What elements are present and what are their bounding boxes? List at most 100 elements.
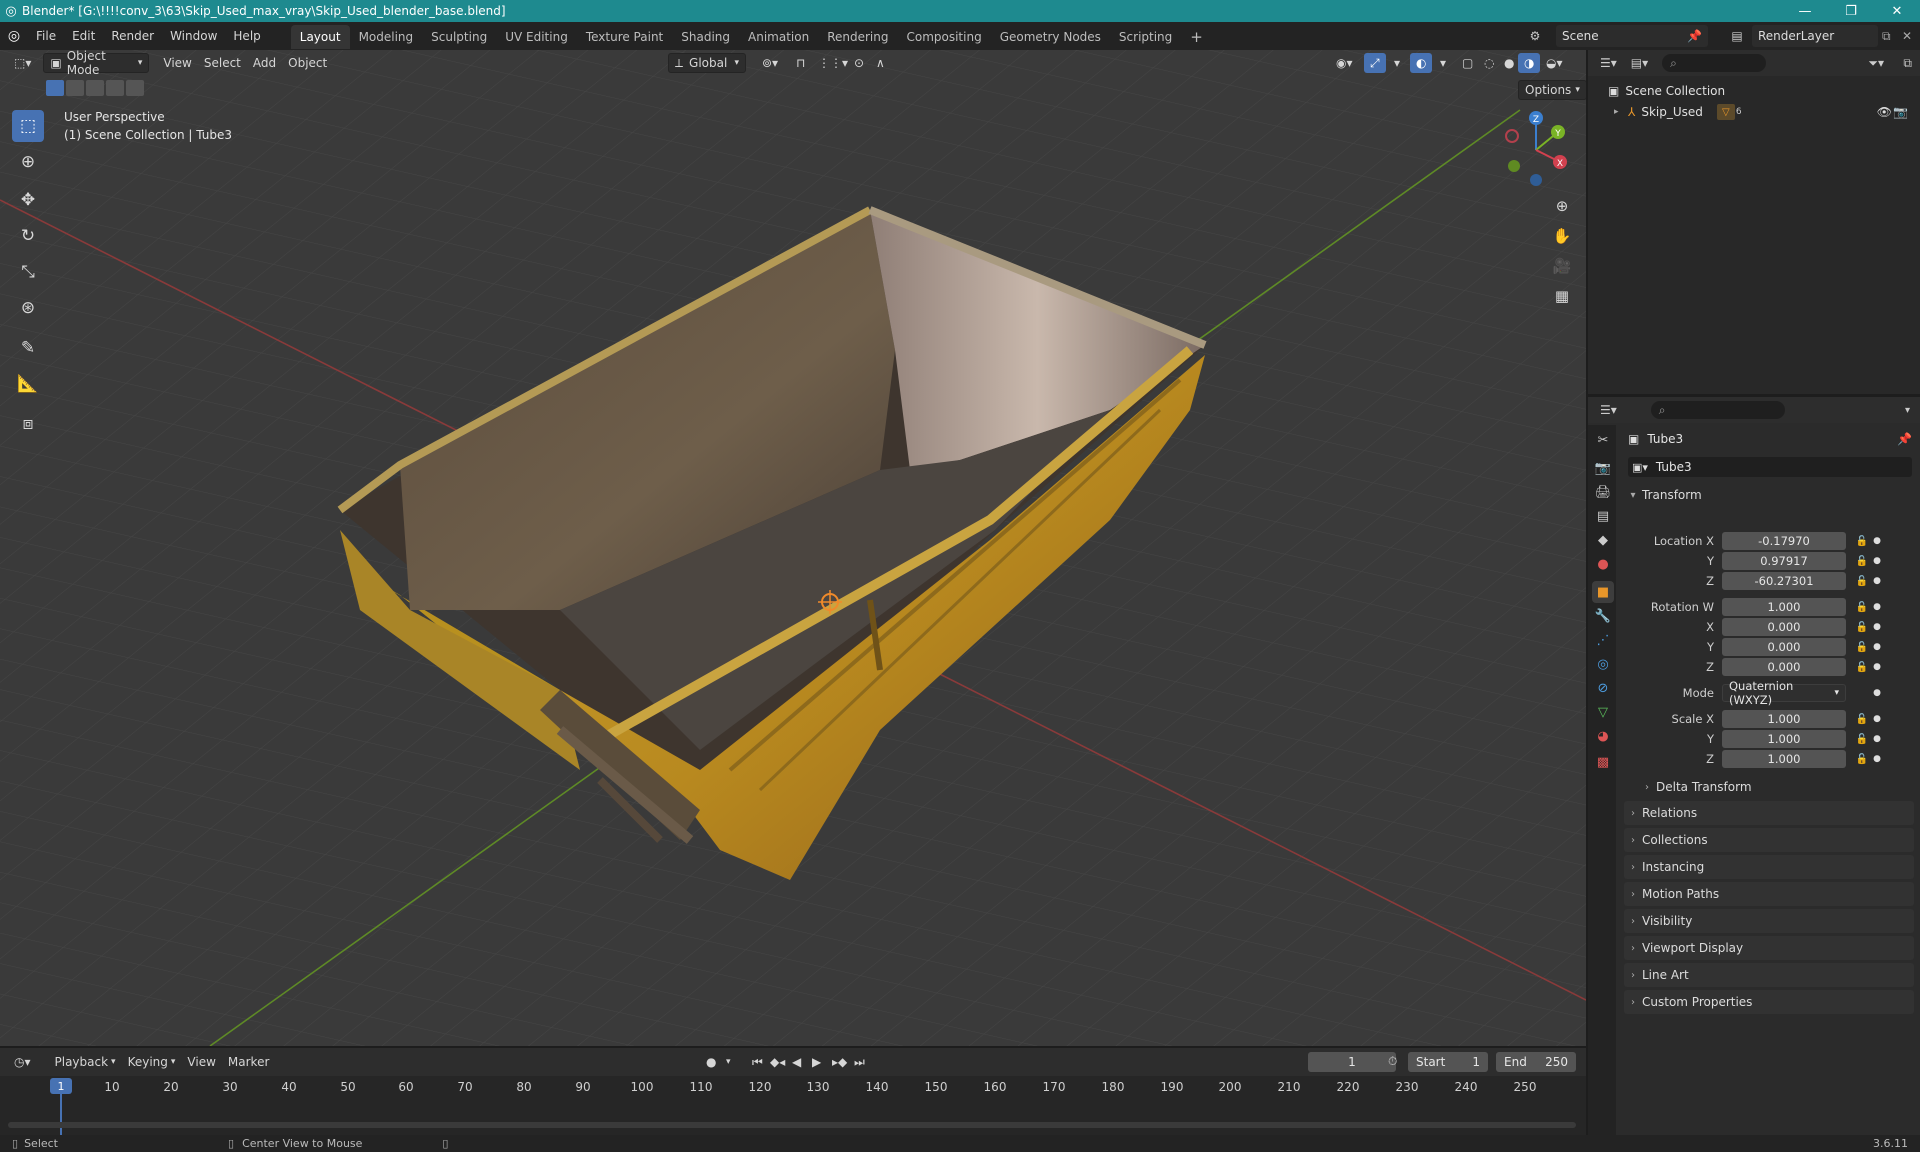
collections-section[interactable]: › Collections [1624,828,1914,852]
rotation-w-field[interactable]: 1.000 [1722,598,1846,616]
scene-collection-row[interactable]: ▣ Scene Collection [1608,84,1725,98]
physics-tab-icon[interactable]: ◎ [1592,653,1614,675]
zoom-icon[interactable]: ⊕ [1548,192,1576,220]
playhead-line[interactable] [60,1094,62,1135]
mode-selector[interactable]: ▣ Object Mode ▾ [43,50,150,77]
select-new-icon[interactable] [46,80,64,96]
jump-end-icon[interactable]: ⏭ [848,1052,871,1072]
rotation-x-field[interactable]: 0.000 [1722,618,1846,636]
gizmo-dropdown-icon[interactable]: ▾ [1388,53,1406,73]
tab-layout[interactable]: Layout [290,25,350,49]
scene-tab-icon[interactable]: ◆ [1592,529,1614,551]
falloff-icon[interactable]: ∧ [870,53,891,73]
keyframe-dot-icon[interactable]: ● [1872,662,1882,672]
timeline-menu-view[interactable]: View [181,1052,221,1072]
add-cube-tool[interactable]: ⧈ [12,408,44,440]
tab-shading[interactable]: Shading [672,25,739,49]
tab-uv-editing[interactable]: UV Editing [496,25,577,49]
lock-icon[interactable]: 🔓 [1852,662,1872,673]
gizmo-toggle-icon[interactable]: ⤢ [1364,53,1386,73]
keyframe-dot-icon[interactable]: ● [1872,754,1882,764]
viewport-menu-object[interactable]: Object [282,53,333,73]
select-intersect-icon[interactable] [126,80,144,96]
3d-viewport[interactable]: ⬚▾ ▣ Object Mode ▾ View Select Add Objec… [0,50,1586,1046]
properties-search-input[interactable]: ⌕ [1650,401,1785,419]
tab-geometry-nodes[interactable]: Geometry Nodes [991,25,1110,49]
expand-arrow-icon[interactable]: ▸ [1614,107,1628,117]
keying-dropdown-icon[interactable]: ▾ [720,1052,737,1072]
scale-tool[interactable]: ⤡ [12,256,44,288]
play-icon[interactable]: ▶ [806,1052,827,1072]
timeline-menu-marker[interactable]: Marker [222,1052,275,1072]
cursor-tool[interactable]: ⊕ [12,146,44,178]
perspective-toggle-icon[interactable]: ▦ [1548,282,1576,310]
view-layer-selector[interactable]: RenderLayer [1752,25,1878,47]
texture-tab-icon[interactable]: ▩ [1592,751,1614,773]
particles-tab-icon[interactable]: ⋰ [1592,629,1614,651]
transform-tool[interactable]: ⊛ [12,292,44,324]
select-extend-icon[interactable] [66,80,84,96]
location-x-field[interactable]: -0.17970 [1722,532,1846,550]
tab-rendering[interactable]: Rendering [818,25,897,49]
transform-orientation-selector[interactable]: ⟂ Global ▾ [668,53,746,73]
viewport-menu-select[interactable]: Select [198,53,247,73]
rendered-shading-icon[interactable]: ◒▾ [1540,53,1569,73]
lock-icon[interactable]: 🔓 [1852,536,1872,547]
lock-icon[interactable]: 🔓 [1852,734,1872,745]
pivot-point-icon[interactable]: ⊚▾ [756,53,784,73]
scale-x-field[interactable]: 1.000 [1722,710,1846,728]
mesh-children-icon[interactable]: ▽ [1716,104,1735,120]
outliner-editor-icon[interactable]: ☰▾ [1600,56,1617,70]
viewport-menu-view[interactable]: View [157,53,197,73]
select-subtract-icon[interactable] [86,80,104,96]
constraints-tab-icon[interactable]: ⊘ [1592,677,1614,699]
options-button[interactable]: Options ▾ [1518,80,1586,100]
display-mode-icon[interactable]: ▤▾ [1631,56,1648,70]
visibility-icon[interactable]: ◉▾ [1330,53,1359,73]
tab-scripting[interactable]: Scripting [1110,25,1181,49]
world-tab-icon[interactable]: ● [1592,553,1614,575]
keyframe-dot-icon[interactable]: ● [1872,642,1882,652]
rotation-y-field[interactable]: 0.000 [1722,638,1846,656]
minimize-button[interactable]: — [1782,0,1828,22]
viewport-display-section[interactable]: › Viewport Display [1624,936,1914,960]
editor-type-icon[interactable]: ⬚▾ [8,53,37,73]
play-reverse-icon[interactable]: ◀ [786,1052,807,1072]
remove-layer-icon[interactable]: ✕ [1902,25,1918,47]
lock-icon[interactable]: 🔓 [1852,602,1872,613]
render-tab-icon[interactable]: 📷 [1592,457,1614,479]
new-layer-icon[interactable]: ⧉ [1882,25,1898,47]
instancing-section[interactable]: › Instancing [1624,855,1914,879]
delta-transform-section[interactable]: › Delta Transform [1638,775,1914,799]
tab-compositing[interactable]: Compositing [897,25,990,49]
timeline-scrollbar[interactable] [8,1122,1576,1128]
menu-edit[interactable]: Edit [64,22,103,50]
relations-section[interactable]: › Relations [1624,801,1914,825]
keyframe-dot-icon[interactable]: ● [1872,576,1882,586]
scale-z-field[interactable]: 1.000 [1722,750,1846,768]
keyframe-dot-icon[interactable]: ● [1872,714,1882,724]
playhead-frame-badge[interactable]: 1 [50,1078,72,1094]
rotate-tool[interactable]: ↻ [12,220,44,252]
location-z-field[interactable]: -60.27301 [1722,572,1846,590]
material-tab-icon[interactable]: ◕ [1592,725,1614,747]
end-frame-field[interactable]: End 250 [1496,1052,1576,1072]
scale-y-field[interactable]: 1.000 [1722,730,1846,748]
visibility-section[interactable]: › Visibility [1624,909,1914,933]
rotation-z-field[interactable]: 0.000 [1722,658,1846,676]
stopwatch-icon[interactable]: ⏱ [1388,1054,1397,1069]
select-invert-icon[interactable] [106,80,124,96]
modifier-tab-icon[interactable]: 🔧 [1592,605,1614,627]
pin-icon[interactable]: 📌 [1897,432,1912,446]
transform-section-header[interactable]: ▾ Transform [1624,483,1914,507]
tab-sculpting[interactable]: Sculpting [422,25,496,49]
lock-icon[interactable]: 🔓 [1852,576,1872,587]
menu-file[interactable]: File [28,22,64,50]
timeline-menu-keying[interactable]: Keying ▾ [122,1052,182,1072]
close-button[interactable]: ✕ [1874,0,1920,22]
custom-properties-section[interactable]: › Custom Properties [1624,990,1914,1014]
motion-paths-section[interactable]: › Motion Paths [1624,882,1914,906]
line-art-section[interactable]: › Line Art [1624,963,1914,987]
lock-icon[interactable]: 🔓 [1852,642,1872,653]
material-shading-icon[interactable]: ◑ [1518,53,1541,73]
